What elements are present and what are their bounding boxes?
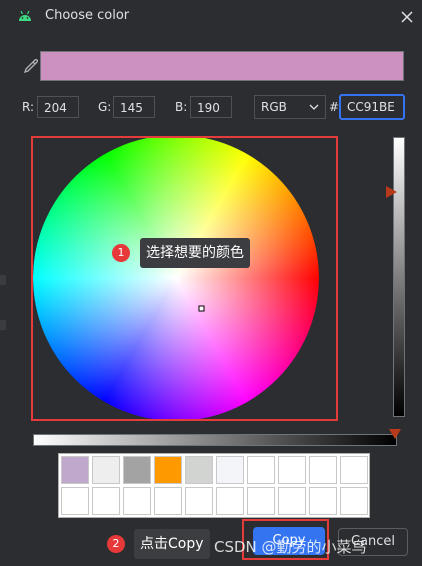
window-title: Choose color (45, 8, 130, 23)
android-icon (19, 10, 31, 21)
brightness-slider-thumb[interactable] (386, 186, 397, 198)
color-swatch[interactable] (216, 456, 244, 484)
color-wheel-cursor[interactable] (198, 305, 205, 312)
color-swatch[interactable] (309, 456, 337, 484)
hex-label: # (329, 100, 340, 114)
annotation-badge: 2 (107, 535, 125, 553)
blue-label: B: (175, 100, 188, 114)
color-swatch[interactable] (216, 487, 244, 515)
recent-colors-palette (58, 453, 370, 518)
watermark: CSDN @勤劳的小菜鸟 (214, 538, 367, 556)
green-input[interactable]: 145 (113, 96, 155, 118)
background-edge (0, 320, 6, 330)
color-wheel[interactable] (33, 138, 336, 419)
green-label: G: (98, 100, 112, 114)
annotation-badge: 1 (112, 244, 130, 262)
brightness-slider[interactable] (393, 137, 405, 417)
background-edge (0, 275, 6, 285)
color-swatch[interactable] (185, 456, 213, 484)
red-input[interactable]: 204 (37, 96, 79, 118)
alpha-slider[interactable] (33, 434, 397, 446)
color-swatch[interactable] (123, 487, 151, 515)
close-icon[interactable] (398, 8, 416, 26)
annotation-tooltip: 点击Copy (134, 529, 210, 559)
color-mode-value: RGB (261, 100, 287, 114)
title-bar: Choose color (0, 0, 422, 34)
blue-input[interactable]: 190 (190, 96, 232, 118)
color-swatch[interactable] (61, 456, 89, 484)
color-swatch[interactable] (247, 456, 275, 484)
color-swatch[interactable] (278, 456, 306, 484)
color-swatch[interactable] (340, 456, 368, 484)
color-swatch[interactable] (92, 456, 120, 484)
color-swatch[interactable] (123, 456, 151, 484)
color-swatch[interactable] (340, 487, 368, 515)
chevron-down-icon (309, 104, 319, 110)
color-wheel-highlight (31, 136, 338, 421)
color-swatch[interactable] (154, 487, 182, 515)
alpha-slider-thumb[interactable] (389, 429, 401, 439)
color-swatch[interactable] (309, 487, 337, 515)
hex-input[interactable]: CC91BE (339, 94, 405, 120)
color-swatch[interactable] (61, 487, 89, 515)
color-swatch[interactable] (278, 487, 306, 515)
pipette-icon[interactable] (22, 57, 40, 75)
annotation-tooltip: 选择想要的颜色 (140, 238, 250, 268)
red-label: R: (22, 100, 35, 114)
color-preview (40, 51, 404, 81)
color-mode-select[interactable]: RGB (254, 95, 326, 119)
color-swatch[interactable] (247, 487, 275, 515)
color-swatch[interactable] (92, 487, 120, 515)
color-swatch[interactable] (185, 487, 213, 515)
color-swatch[interactable] (154, 456, 182, 484)
